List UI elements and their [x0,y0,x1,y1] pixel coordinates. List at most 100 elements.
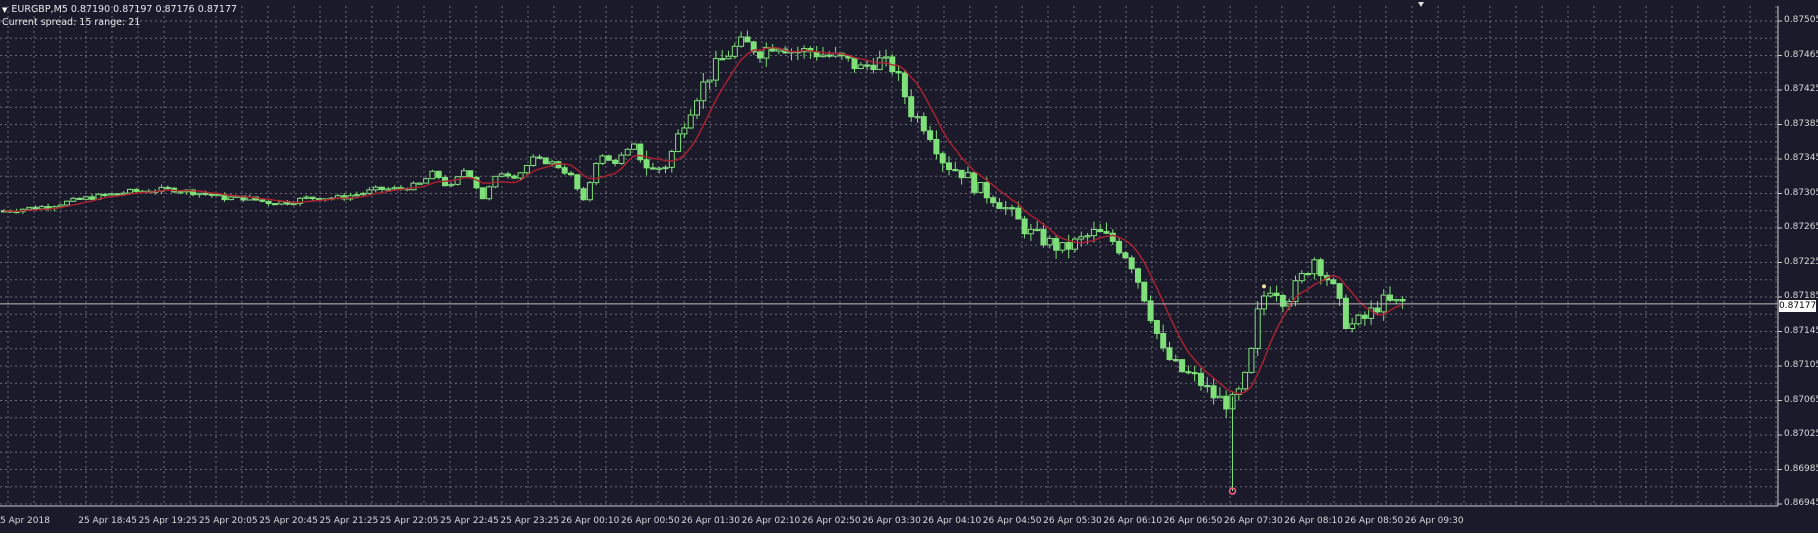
price-tick-label: 0.87225 [1784,256,1818,267]
candle-body [1305,273,1312,276]
candle-body [45,206,52,209]
candle-body [1034,228,1041,232]
candle-body [1160,332,1167,349]
candle-body [1097,229,1104,233]
time-tick-label: 26 Apr 09:30 [1404,516,1464,526]
candle-body [631,143,637,150]
candle-body [1103,231,1110,234]
candle-body [416,182,423,185]
candle-body [851,57,858,70]
price-tick-label: 0.87465 [1784,49,1818,60]
price-tick-label: 0.87345 [1784,153,1818,163]
candle-body [952,169,959,172]
price-chart[interactable] [0,0,1818,541]
candle-body [1185,371,1192,374]
time-tick-label: 25 Apr 20:05 [198,516,258,526]
candle-body [379,186,385,190]
time-tick-label: 25 Apr 23:25 [500,516,560,526]
candle-body [574,174,581,190]
candle-body [1336,283,1343,299]
candle-body [423,178,430,184]
price-tick-label: 0.87425 [1784,84,1818,94]
candle-body [920,116,927,132]
time-tick-label: 5 Apr 2018 [0,516,50,526]
scroll-marker-icon [1418,2,1424,7]
candle-body [996,202,1003,209]
candle-body [687,114,694,129]
candle-body [1267,292,1274,297]
candle-body [38,206,45,210]
candle-body [649,167,656,170]
candle-body [826,54,833,57]
price-tick-label: 0.87025 [1784,429,1818,439]
candle-body [76,197,83,201]
time-tick-label: 26 Apr 02:50 [801,516,861,526]
candle-body [694,100,700,116]
time-tick-label: 25 Apr 22:45 [440,516,499,526]
candle-body [1078,236,1085,240]
candle-body [290,202,297,206]
current-price-tag: 0.87177 [1779,300,1817,312]
candle-body [460,170,467,178]
symbol-quote: EURGBP,M5 0.87190 0.87197 0.87176 0.8717… [11,4,238,15]
candle-body [580,188,587,201]
candle-body [908,96,915,118]
candle-body [700,81,707,102]
time-tick-label: 26 Apr 03:30 [862,516,921,526]
time-tick-label: 25 Apr 22:05 [379,516,439,526]
time-tick-label: 26 Apr 06:50 [1163,516,1223,526]
candle-body [1261,295,1267,310]
candle-body [1046,237,1053,246]
candle-body [164,186,171,190]
candle-body [120,192,127,195]
time-tick-label: 26 Apr 02:10 [741,516,801,526]
candle-body [1065,242,1072,250]
candle-body [977,182,984,193]
high-marker [1262,284,1266,289]
candle-body [1374,307,1381,313]
candle-body [353,194,360,197]
candle-body [467,170,474,178]
candle-body [486,186,493,200]
candle-body [857,64,864,70]
candle-body [706,79,713,83]
candle-body [498,173,505,177]
time-tick-label: 25 Apr 18:45 [78,516,137,526]
candle-body [435,170,442,178]
candle-body [681,127,688,135]
candle-body [1279,295,1286,307]
candle-body [946,162,952,171]
candle-body [1317,259,1324,277]
candle-body [391,187,398,190]
time-tick-label: 26 Apr 01:30 [681,516,740,526]
candle-body [1122,252,1129,259]
chart-window[interactable]: ▼ EURGBP,M5 0.87190 0.87197 0.87176 0.871… [0,0,1818,541]
time-tick-label: 26 Apr 08:50 [1344,516,1404,526]
candle-body [108,193,115,196]
candle-body [1216,395,1223,399]
time-tick-label: 26 Apr 08:10 [1284,516,1343,526]
candle-body [1084,235,1091,238]
candle-body [738,36,745,47]
candle-body [586,182,593,201]
candle-body [971,172,978,193]
spread-info: Current spread: 15 range: 21 [2,17,141,28]
price-tick-label: 0.87065 [1784,394,1818,405]
candle-body [1141,281,1148,302]
candle-body [1311,259,1318,275]
candle-body [864,64,871,67]
candle-body [1166,347,1173,361]
candle-body [1172,359,1179,362]
time-tick-label: 26 Apr 07:30 [1224,516,1283,526]
candle-body [744,36,751,43]
candle-body [372,186,379,191]
candle-body [448,183,455,187]
candle-body [1021,218,1028,235]
candle-body [939,153,946,164]
candle-body [901,72,908,98]
candle-body [1342,297,1349,329]
candle-body [883,56,889,59]
candle-body [933,138,940,155]
candle-body [82,196,89,200]
price-tick-label: 0.87265 [1784,222,1818,232]
